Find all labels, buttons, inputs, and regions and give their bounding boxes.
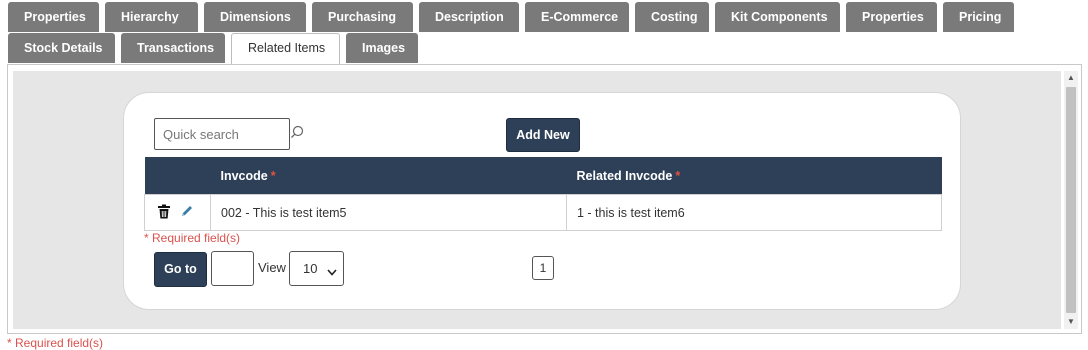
tab-stock-details[interactable]: Stock Details	[8, 33, 115, 63]
related-items-table: Invcode* Related Invcode*	[144, 157, 942, 231]
page-number-input[interactable]	[211, 251, 254, 286]
tab-panel: Add New Invcode* Related Invcode*	[7, 64, 1082, 334]
trash-icon[interactable]	[157, 204, 171, 222]
tab-e-commerce[interactable]: E-Commerce	[525, 2, 629, 32]
tab-related-items[interactable]: Related Items	[231, 33, 340, 64]
scrollbar-thumb[interactable]	[1066, 87, 1076, 313]
related-items-card: Add New Invcode* Related Invcode*	[123, 92, 961, 310]
page-size-select[interactable]: 10	[289, 251, 344, 286]
tab-transactions[interactable]: Transactions	[121, 33, 225, 63]
related-invcode-cell[interactable]: 1 - this is test item6	[567, 195, 942, 231]
tab-hierarchy[interactable]: Hierarchy	[105, 2, 198, 32]
tab-properties-2[interactable]: Properties	[846, 2, 937, 32]
go-to-button[interactable]: Go to	[154, 252, 207, 287]
add-new-button[interactable]: Add New	[506, 118, 580, 152]
tab-row-1: Properties Hierarchy Dimensions Purchasi…	[8, 2, 1014, 32]
chevron-down-icon	[327, 264, 337, 279]
view-label: View	[258, 260, 286, 275]
tab-images[interactable]: Images	[346, 33, 418, 63]
vertical-scrollbar[interactable]: ▲ ▼	[1064, 71, 1078, 329]
actions-column-header	[145, 157, 211, 195]
tab-costing[interactable]: Costing	[635, 2, 709, 32]
scroll-up-icon[interactable]: ▲	[1064, 71, 1078, 85]
required-mark: *	[675, 169, 680, 183]
scroll-down-icon[interactable]: ▼	[1064, 315, 1078, 329]
required-mark: *	[271, 169, 276, 183]
page-size-value: 10	[303, 261, 317, 276]
column-header-related-invcode[interactable]: Related Invcode*	[567, 157, 942, 195]
tab-purchasing[interactable]: Purchasing	[312, 2, 413, 32]
search-icon[interactable]	[290, 125, 304, 139]
tab-kit-components[interactable]: Kit Components	[715, 2, 840, 32]
column-header-invcode[interactable]: Invcode*	[211, 157, 567, 195]
tab-properties[interactable]: Properties	[8, 2, 99, 32]
row-actions-cell	[145, 195, 211, 231]
pencil-icon[interactable]	[180, 204, 194, 221]
tab-pricing[interactable]: Pricing	[943, 2, 1014, 32]
search-input[interactable]	[154, 118, 290, 150]
panel-content: Add New Invcode* Related Invcode*	[13, 71, 1061, 329]
tab-row-2: Stock Details Transactions Related Items…	[8, 33, 418, 63]
tab-description[interactable]: Description	[419, 2, 519, 32]
column-header-label: Invcode	[221, 169, 268, 183]
required-note: * Required field(s)	[144, 231, 240, 245]
column-header-label: Related Invcode	[577, 169, 673, 183]
invcode-cell[interactable]: 002 - This is test item5	[211, 195, 567, 231]
page-button-1[interactable]: 1	[532, 256, 554, 280]
table-header-row: Invcode* Related Invcode*	[145, 157, 942, 195]
tab-dimensions[interactable]: Dimensions	[204, 2, 306, 32]
table-row: 002 - This is test item5 1 - this is tes…	[145, 195, 942, 231]
